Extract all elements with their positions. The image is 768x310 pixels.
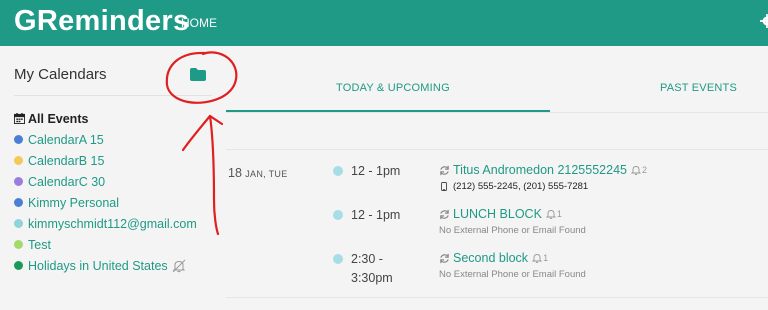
bell-icon: [630, 166, 641, 175]
calendar-color-dot: [14, 219, 23, 228]
event-title-link[interactable]: Titus Andromedon 2125552245: [453, 163, 627, 177]
bell-icon: [545, 210, 556, 219]
calendar-color-dot: [14, 177, 23, 186]
calendar-item-label: CalendarC 30: [28, 174, 106, 189]
event-color-dot: [333, 166, 343, 176]
sync-icon: [440, 209, 449, 219]
event-time-line1: 2:30 -: [351, 252, 383, 266]
reminder-count: 2: [641, 165, 647, 175]
event-time-line1: 12 - 1pm: [351, 164, 401, 178]
event-detail: (212) 555-2245, (201) 555-7281: [439, 181, 588, 192]
brand-logo[interactable]: GReminders: [14, 5, 189, 38]
calendar-item-a[interactable]: CalendarA 15: [14, 129, 197, 150]
event-title-row: LUNCH BLOCK 1: [439, 207, 562, 221]
day-month-weekday: JAN, TUE: [245, 169, 288, 179]
calendar-color-dot: [14, 240, 23, 249]
tab-today-upcoming[interactable]: TODAY & UPCOMING: [336, 82, 450, 94]
day-date: 18 JAN, TUE: [228, 166, 288, 180]
event-title-row: Titus Andromedon 2125552245 2: [439, 163, 647, 177]
calendar-item-all-events[interactable]: All Events: [14, 108, 197, 129]
event-time: 12 - 1pm: [351, 206, 400, 225]
bell-off-icon[interactable]: [172, 259, 186, 273]
calendar-item-label: CalendarB 15: [28, 153, 105, 168]
event-color-dot: [333, 254, 343, 264]
sidebar-title: My Calendars: [14, 66, 107, 83]
bell-icon: [532, 254, 543, 263]
gear-icon[interactable]: [760, 14, 768, 28]
calendar-item-label: All Events: [28, 111, 89, 126]
event-detail: No External Phone or Email Found: [439, 269, 586, 280]
reminder-count: 1: [556, 209, 562, 219]
event-color-dot: [333, 210, 343, 220]
calendar-item-kimmy-personal[interactable]: Kimmy Personal: [14, 192, 197, 213]
calendar-color-dot: [14, 261, 23, 270]
event-detail: No External Phone or Email Found: [439, 225, 586, 236]
calendar-list: All Events CalendarA 15 CalendarB 15 Cal…: [14, 108, 197, 276]
event-time: 12 - 1pm: [351, 162, 400, 181]
tab-past-events[interactable]: PAST EVENTS: [660, 82, 737, 94]
nav-home-link[interactable]: HOME: [181, 16, 217, 30]
day-bottom-divider: [226, 297, 768, 298]
calendar-color-dot: [14, 135, 23, 144]
calendar-item-label: kimmyschmidt112@gmail.com: [28, 216, 197, 231]
calendar-item-label: Test: [28, 237, 51, 252]
calendar-item-c[interactable]: CalendarC 30: [14, 171, 197, 192]
event-time-line2: 3:30pm: [351, 271, 393, 285]
calendar-item-label: CalendarA 15: [28, 132, 104, 147]
calendar-item-label: Kimmy Personal: [28, 195, 119, 210]
calendar-item-label: Holidays in United States: [28, 258, 168, 273]
calendar-color-dot: [14, 156, 23, 165]
event-title-link[interactable]: Second block: [453, 251, 528, 265]
sync-icon: [440, 165, 449, 175]
calendars-sidebar: My Calendars All Events CalendarA 15 Cal…: [0, 46, 226, 310]
calendar-color-dot: [14, 198, 23, 207]
tabs-divider: [226, 112, 768, 113]
event-phone-numbers: (212) 555-2245, (201) 555-7281: [453, 181, 589, 192]
calendar-item-gmail[interactable]: kimmyschmidt112@gmail.com: [14, 213, 197, 234]
phone-icon: [441, 182, 447, 191]
calendar-item-holidays[interactable]: Holidays in United States: [14, 255, 197, 276]
reminder-count: 1: [543, 253, 549, 263]
top-navbar: GReminders HOME: [0, 0, 768, 46]
event-time: 2:30 - 3:30pm: [351, 250, 393, 288]
event-tabs: TODAY & UPCOMING PAST EVENTS: [226, 46, 768, 114]
sync-icon: [440, 253, 449, 263]
event-title-row: Second block 1: [439, 251, 548, 265]
sidebar-divider: [14, 95, 212, 96]
day-top-divider: [226, 149, 768, 150]
calendar-item-b[interactable]: CalendarB 15: [14, 150, 197, 171]
folder-icon[interactable]: [190, 68, 206, 81]
event-time-line1: 12 - 1pm: [351, 208, 401, 222]
day-number: 18: [228, 166, 242, 180]
calendar-icon: [14, 113, 25, 124]
calendar-item-test[interactable]: Test: [14, 234, 197, 255]
event-title-link[interactable]: LUNCH BLOCK: [453, 207, 542, 221]
